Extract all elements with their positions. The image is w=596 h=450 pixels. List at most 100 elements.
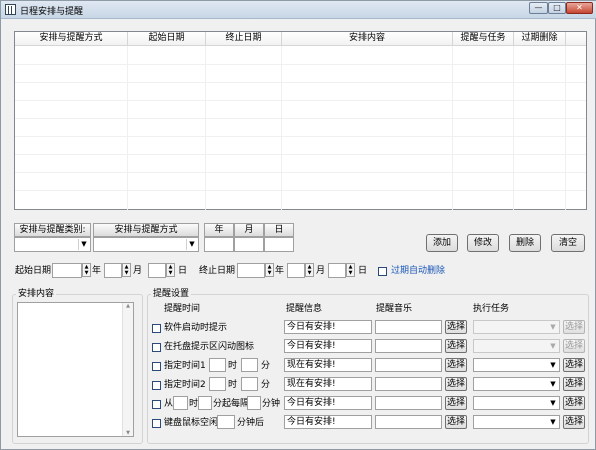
time1-minute-input[interactable]: [241, 358, 258, 372]
auto-delete-checkbox[interactable]: [378, 267, 387, 276]
schedule-table[interactable]: 安排与提醒方式 起始日期 终止日期 安排内容 提醒与任务 过期删除: [14, 31, 587, 210]
task-select[interactable]: ▼: [473, 396, 560, 410]
start-month-spinner[interactable]: ▲ ▼: [122, 263, 131, 277]
reminder-info-input[interactable]: 今日有安排!: [284, 396, 372, 410]
modify-button[interactable]: 修改: [467, 234, 499, 252]
reminder-info-input[interactable]: 今日有安排!: [284, 339, 372, 353]
reminder-info-input[interactable]: 今日有安排!: [284, 415, 372, 429]
grid-line: [15, 136, 586, 137]
choose-music-button[interactable]: 选择: [445, 358, 467, 372]
task-select[interactable]: ▼: [473, 377, 560, 391]
idle-minutes-input[interactable]: [217, 415, 235, 429]
interval-hour-input[interactable]: [173, 396, 188, 410]
time2-minute-input[interactable]: [241, 377, 258, 391]
chevron-down-icon: ▼: [78, 239, 89, 250]
day-input[interactable]: [264, 237, 294, 252]
reminder-interval-checkbox[interactable]: [152, 400, 161, 409]
month-header: 月: [234, 223, 264, 237]
reminder-idle-checkbox[interactable]: [152, 419, 161, 428]
col-music-label: 提醒音乐: [376, 304, 413, 314]
add-button[interactable]: 添加: [426, 234, 458, 252]
end-year-input[interactable]: [237, 263, 265, 278]
reminder-tray-checkbox[interactable]: [152, 343, 161, 352]
scroll-down-icon[interactable]: ▼: [123, 430, 133, 436]
task-select[interactable]: ▼: [473, 415, 560, 429]
content-textarea[interactable]: ▲ ▼: [17, 302, 134, 437]
start-day-input[interactable]: [148, 263, 166, 278]
choose-task-button[interactable]: 选择: [563, 377, 585, 391]
interval-every-input[interactable]: [247, 396, 261, 410]
type-select[interactable]: ▼: [14, 237, 91, 252]
choose-task-button[interactable]: 选择: [563, 320, 585, 334]
choose-music-button[interactable]: 选择: [445, 377, 467, 391]
scroll-up-icon[interactable]: ▲: [123, 303, 133, 309]
choose-music-button[interactable]: 选择: [445, 415, 467, 429]
content-scrollbar[interactable]: ▲ ▼: [122, 303, 133, 436]
choose-music-button[interactable]: 选择: [445, 396, 467, 410]
clear-button[interactable]: 清空: [551, 234, 585, 252]
reminder-info-input[interactable]: 今日有安排!: [284, 320, 372, 334]
reminder-music-input[interactable]: [375, 320, 442, 334]
reminder-time1-label: 指定时间1: [164, 361, 206, 371]
col-header-delete[interactable]: 过期删除: [514, 32, 566, 46]
choose-task-button[interactable]: 选择: [563, 358, 585, 372]
reminder-music-input[interactable]: [375, 339, 442, 353]
time1-hour-input[interactable]: [209, 358, 226, 372]
reminder-music-input[interactable]: [375, 396, 442, 410]
interval-minute-input[interactable]: [198, 396, 212, 410]
col-header-task[interactable]: 提醒与任务: [453, 32, 514, 46]
year-input[interactable]: [204, 237, 234, 252]
reminder-music-input[interactable]: [375, 377, 442, 391]
reminder-startup-label: 软件启动时提示: [164, 323, 228, 333]
reminder-info-input[interactable]: 现在有安排!: [284, 377, 372, 391]
task-select[interactable]: ▼: [473, 320, 560, 334]
col-header-end[interactable]: 终止日期: [206, 32, 282, 46]
reminder-music-input[interactable]: [375, 415, 442, 429]
minimize-button[interactable]: —: [529, 2, 548, 14]
mode-select[interactable]: ▼: [93, 237, 199, 252]
grid-line: [205, 46, 206, 210]
end-month-spinner[interactable]: ▲ ▼: [305, 263, 314, 277]
start-month-input[interactable]: [104, 263, 122, 278]
task-select[interactable]: ▼: [473, 339, 560, 353]
choose-task-button[interactable]: 选择: [563, 339, 585, 353]
maximize-button[interactable]: □: [548, 2, 566, 14]
reminder-startup-checkbox[interactable]: [152, 324, 161, 333]
month-input[interactable]: [234, 237, 264, 252]
col-header-mode[interactable]: 安排与提醒方式: [15, 32, 128, 46]
end-month-input[interactable]: [287, 263, 305, 278]
hour-unit: 时: [228, 380, 238, 390]
chevron-down-icon: ▼: [550, 418, 556, 426]
choose-task-button[interactable]: 选择: [563, 396, 585, 410]
reminder-time2-checkbox[interactable]: [152, 381, 161, 390]
start-year-spinner[interactable]: ▲ ▼: [82, 263, 91, 277]
start-day-spinner[interactable]: ▲ ▼: [166, 263, 175, 277]
day-header: 日: [264, 223, 294, 237]
delete-button[interactable]: 删除: [509, 234, 541, 252]
time2-hour-input[interactable]: [209, 377, 226, 391]
reminder-music-input[interactable]: [375, 358, 442, 372]
task-select[interactable]: ▼: [473, 358, 560, 372]
reminder-info-input[interactable]: 现在有安排!: [284, 358, 372, 372]
choose-task-button[interactable]: 选择: [563, 415, 585, 429]
reminder-time1-checkbox[interactable]: [152, 362, 161, 371]
chevron-down-icon: ▼: [186, 239, 197, 250]
start-month-unit: 月: [133, 266, 143, 276]
end-day-spinner[interactable]: ▲ ▼: [346, 263, 355, 277]
col-header-content[interactable]: 安排内容: [282, 32, 453, 46]
every-label: 分起每隔: [213, 399, 250, 409]
choose-music-button[interactable]: 选择: [445, 339, 467, 353]
close-button[interactable]: ✕: [566, 2, 593, 14]
auto-delete-label[interactable]: 过期自动删除: [391, 266, 445, 277]
start-year-input[interactable]: [52, 263, 82, 278]
chevron-down-icon: ▼: [550, 361, 556, 369]
end-day-unit: 日: [358, 266, 368, 276]
col-task-label: 执行任务: [473, 304, 510, 314]
col-header-start[interactable]: 起始日期: [128, 32, 206, 46]
end-year-spinner[interactable]: ▲ ▼: [265, 263, 274, 277]
grid-line: [15, 118, 586, 119]
choose-music-button[interactable]: 选择: [445, 320, 467, 334]
end-day-input[interactable]: [328, 263, 346, 278]
content-group-title: 安排内容: [16, 289, 57, 300]
window-title: 日程安排与提醒: [20, 7, 84, 17]
